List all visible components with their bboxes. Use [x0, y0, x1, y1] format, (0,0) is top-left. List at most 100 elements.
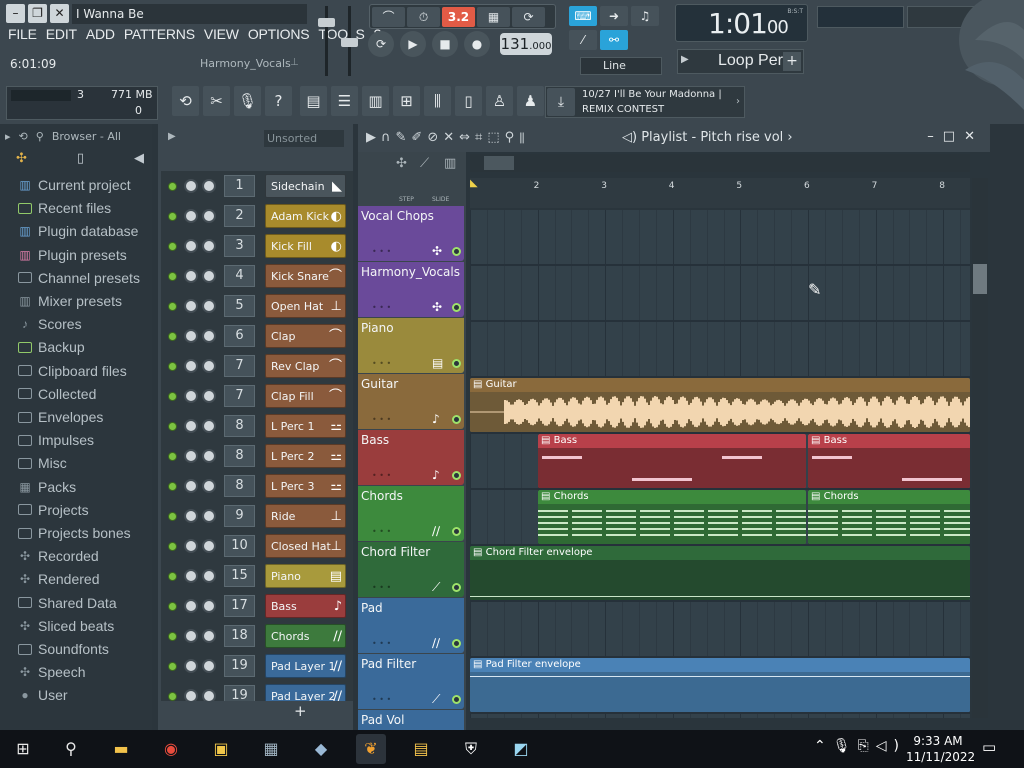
channel-volume-knob[interactable]: [202, 389, 216, 403]
channel-volume-knob[interactable]: [202, 599, 216, 613]
search-icon[interactable]: ⚲: [36, 130, 44, 143]
mixer-track-number[interactable]: 7: [224, 385, 255, 407]
mixer-track-number[interactable]: 4: [224, 265, 255, 287]
select-icon[interactable]: ⬚: [487, 130, 504, 145]
track-header[interactable]: Guitar • • • ♪: [358, 374, 464, 429]
automation-clip-pad-filter[interactable]: ▤ Pad Filter envelope: [470, 658, 970, 712]
touch-icon[interactable]: ♟: [517, 86, 544, 116]
browser-item[interactable]: Recent files: [18, 197, 111, 219]
channel-pan-knob[interactable]: [184, 179, 198, 193]
channel-name-button[interactable]: Piano ▤: [265, 564, 346, 588]
pattern-clip-chords[interactable]: ▤ Chords: [538, 490, 806, 544]
channel-pan-knob[interactable]: [184, 599, 198, 613]
browser-item[interactable]: Soundfonts: [18, 638, 109, 660]
pattern-clip-chords[interactable]: ▤ Chords: [808, 490, 970, 544]
channel-mute-led[interactable]: [168, 422, 177, 431]
channel-pan-knob[interactable]: [184, 329, 198, 343]
track-enable-led[interactable]: [452, 527, 461, 536]
channel-name-button[interactable]: Ride ⊥: [265, 504, 346, 528]
channel-mute-led[interactable]: [168, 212, 177, 221]
system-clock[interactable]: 9:33 AM 11/11/2022: [906, 733, 975, 765]
channel-volume-knob[interactable]: [202, 569, 216, 583]
track-grip[interactable]: • • •: [372, 583, 391, 592]
wait-input-icon[interactable]: ⁄: [569, 30, 597, 50]
network-icon[interactable]: ⎘: [858, 738, 876, 754]
play-button[interactable]: ▶: [400, 31, 426, 57]
channel-mute-led[interactable]: [168, 692, 177, 701]
channel-mute-led[interactable]: [168, 602, 177, 611]
track-grip[interactable]: • • •: [372, 527, 391, 536]
track-grip[interactable]: • • •: [372, 247, 391, 256]
browser-item[interactable]: ▥ Plugin presets: [18, 244, 126, 266]
plugin-icon[interactable]: ♙: [486, 86, 513, 116]
channel-mute-led[interactable]: [168, 272, 177, 281]
zoom-icon[interactable]: ⚲: [505, 130, 520, 145]
channel-volume-knob[interactable]: [202, 209, 216, 223]
channel-mute-led[interactable]: [168, 362, 177, 371]
playback-icon[interactable]: ⫴: [519, 130, 529, 145]
menu-options[interactable]: OPTIONS: [248, 26, 310, 46]
channel-volume-knob[interactable]: [202, 329, 216, 343]
undo-icon[interactable]: ⟲: [172, 86, 199, 116]
add-pattern-button[interactable]: +: [783, 52, 801, 71]
arrow-right-icon[interactable]: ➜: [600, 6, 628, 26]
track-enable-led[interactable]: [452, 471, 461, 480]
song-title[interactable]: I Wanna Be: [72, 4, 307, 24]
track-header[interactable]: Vocal Chops • • • ✣: [358, 206, 464, 261]
channel-volume-knob[interactable]: [202, 509, 216, 523]
channel-mute-led[interactable]: [168, 332, 177, 341]
channel-volume-knob[interactable]: [202, 419, 216, 433]
browser-item[interactable]: Envelopes: [18, 406, 103, 428]
browser-item[interactable]: Misc: [18, 452, 67, 474]
track-enable-led[interactable]: [452, 303, 461, 312]
browser-item[interactable]: Backup: [18, 336, 85, 358]
track-header[interactable]: Bass • • • ♪: [358, 430, 464, 485]
tab-files-icon[interactable]: ▯: [77, 151, 84, 167]
browser-item[interactable]: Projects: [18, 499, 89, 521]
browser-item[interactable]: Channel presets: [18, 267, 140, 289]
mixer-track-number[interactable]: 1: [224, 175, 255, 197]
master-volume-slider[interactable]: [316, 6, 336, 76]
channel-pan-knob[interactable]: [184, 509, 198, 523]
channel-volume-knob[interactable]: [202, 449, 216, 463]
browser-item[interactable]: Projects bones: [18, 522, 131, 544]
pattern-selector[interactable]: ▶ Loop Perc +: [677, 49, 804, 74]
channel-mute-led[interactable]: [168, 542, 177, 551]
browser-item[interactable]: Shared Data: [18, 592, 117, 614]
record-button[interactable]: ●: [464, 31, 490, 57]
channel-name-button[interactable]: Kick Snare ⌒: [265, 264, 346, 288]
mixer-track-number[interactable]: 8: [224, 475, 255, 497]
timeline-ruler[interactable]: ◣ 2 3 4 5 6 7 8: [470, 178, 970, 208]
brush-icon[interactable]: ✐: [411, 130, 427, 145]
download-icon[interactable]: ⤓: [547, 88, 575, 116]
mixer-track-number[interactable]: 17: [224, 595, 255, 617]
channel-name-button[interactable]: L Perc 1 ⚍: [265, 414, 346, 438]
track-grip[interactable]: • • •: [372, 639, 391, 648]
automation-clip-chord-filter[interactable]: ▤ Chord Filter envelope: [470, 546, 970, 600]
channel-mute-led[interactable]: [168, 572, 177, 581]
fl-studio-taskbar-icon[interactable]: ❦: [356, 734, 386, 764]
channel-filter-dropdown[interactable]: Unsorted: [264, 130, 344, 147]
typing-keyboard-icon[interactable]: ⌨: [569, 6, 597, 26]
app-icon[interactable]: ◩: [506, 734, 536, 764]
channel-volume-knob[interactable]: [202, 239, 216, 253]
browser-item[interactable]: ✣ Recorded: [18, 545, 99, 567]
playlist-icon[interactable]: ▤: [300, 86, 327, 116]
mixer-track-number[interactable]: 19: [224, 685, 255, 701]
back-icon[interactable]: ⟲: [19, 130, 28, 143]
windows-start-icon[interactable]: ⊞: [8, 734, 38, 764]
mixer-track-number[interactable]: 19: [224, 655, 255, 677]
channel-volume-knob[interactable]: [202, 479, 216, 493]
tempo-display[interactable]: 131.000: [500, 33, 552, 55]
add-channel-button[interactable]: +: [294, 702, 307, 720]
scroll-thumb[interactable]: [973, 264, 987, 294]
close-icon[interactable]: ✕: [964, 129, 984, 144]
volume-icon[interactable]: ◁): [876, 738, 906, 754]
channel-pan-knob[interactable]: [184, 479, 198, 493]
channel-name-button[interactable]: Clap ⌒: [265, 324, 346, 348]
channel-mute-led[interactable]: [168, 392, 177, 401]
channel-pan-knob[interactable]: [184, 269, 198, 283]
files-icon[interactable]: ▯: [455, 86, 482, 116]
photos-icon[interactable]: ▣: [206, 734, 236, 764]
pin-icon[interactable]: ⊥: [290, 57, 300, 68]
